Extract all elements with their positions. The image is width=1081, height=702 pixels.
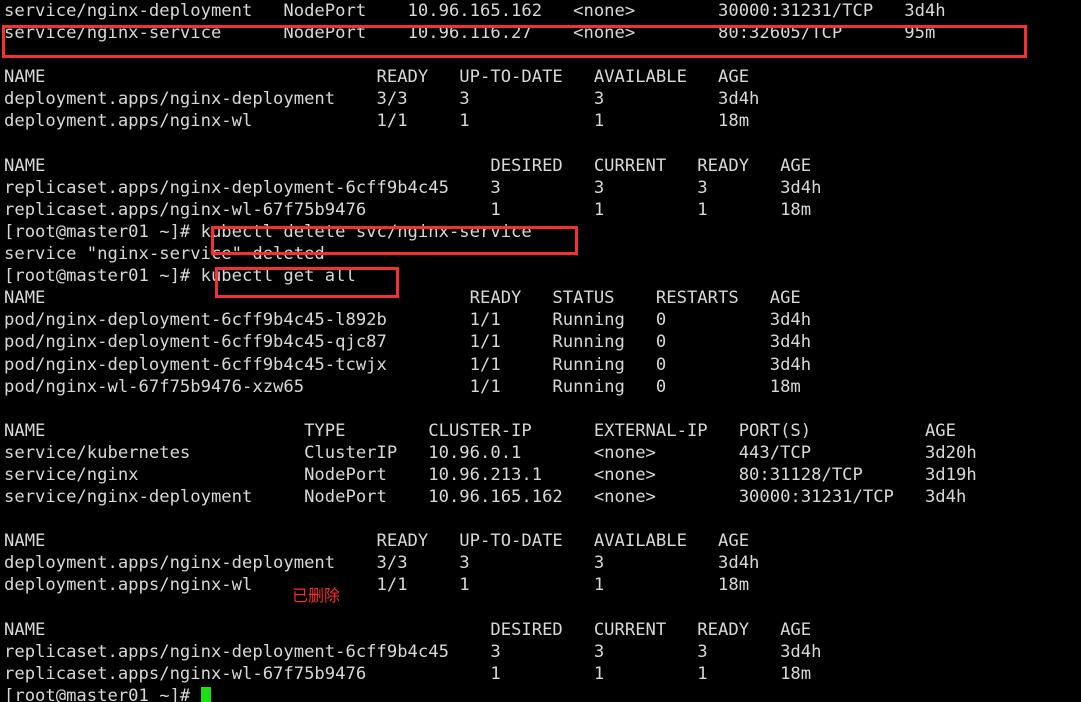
terminal-line: replicaset.apps/nginx-deployment-6cff9b4…	[4, 641, 822, 662]
terminal-line: NAME READY STATUS RESTARTS AGE	[4, 288, 801, 309]
terminal-window[interactable]: service/nginx-deployment NodePort 10.96.…	[0, 0, 1081, 702]
terminal-line: service "nginx-service" deleted	[4, 244, 325, 265]
terminal-line: pod/nginx-wl-67f75b9476-xzw65 1/1 Runnin…	[4, 376, 801, 397]
terminal-line: pod/nginx-deployment-6cff9b4c45-tcwjx 1/…	[4, 354, 812, 375]
terminal-line: replicaset.apps/nginx-deployment-6cff9b4…	[4, 177, 822, 198]
terminal-output: service/nginx-deployment NodePort 10.96.…	[0, 0, 1081, 702]
terminal-line: service/nginx NodePort 10.96.213.1 <none…	[4, 464, 977, 485]
terminal-line: deployment.apps/nginx-wl 1/1 1 1 18m	[4, 111, 750, 132]
terminal-line: deployment.apps/nginx-deployment 3/3 3 3…	[4, 553, 760, 574]
terminal-line: service/nginx-deployment NodePort 10.96.…	[4, 1, 946, 21]
terminal-command-line-get-all: [root@master01 ~]# kubectl get all	[4, 266, 356, 287]
terminal-line-highlighted-service: service/nginx-service NodePort 10.96.116…	[4, 23, 936, 44]
terminal-line: pod/nginx-deployment-6cff9b4c45-qjc87 1/…	[4, 332, 812, 353]
terminal-line: service/nginx-deployment NodePort 10.96.…	[4, 487, 967, 508]
terminal-line: NAME TYPE CLUSTER-IP EXTERNAL-IP PORT(S)…	[4, 420, 956, 441]
terminal-line: replicaset.apps/nginx-wl-67f75b9476 1 1 …	[4, 199, 812, 220]
terminal-line: deployment.apps/nginx-deployment 3/3 3 3…	[4, 89, 760, 110]
terminal-line: NAME READY UP-TO-DATE AVAILABLE AGE	[4, 531, 750, 552]
terminal-line: NAME DESIRED CURRENT READY AGE	[4, 155, 812, 176]
text-cursor	[200, 686, 211, 702]
terminal-command-line-delete: [root@master01 ~]# kubectl delete svc/ng…	[4, 221, 532, 242]
terminal-line: NAME READY UP-TO-DATE AVAILABLE AGE	[4, 67, 750, 88]
deleted-annotation-label: 已删除	[292, 586, 341, 605]
terminal-line: deployment.apps/nginx-wl 1/1 1 1 18m	[4, 575, 750, 596]
shell-prompt: [root@master01 ~]#	[4, 685, 201, 702]
terminal-line: NAME DESIRED CURRENT READY AGE	[4, 619, 812, 640]
terminal-line: pod/nginx-deployment-6cff9b4c45-l892b 1/…	[4, 310, 812, 331]
terminal-line: service/kubernetes ClusterIP 10.96.0.1 <…	[4, 442, 977, 463]
terminal-prompt-line[interactable]: [root@master01 ~]#	[4, 685, 1081, 702]
terminal-line: replicaset.apps/nginx-wl-67f75b9476 1 1 …	[4, 663, 812, 684]
